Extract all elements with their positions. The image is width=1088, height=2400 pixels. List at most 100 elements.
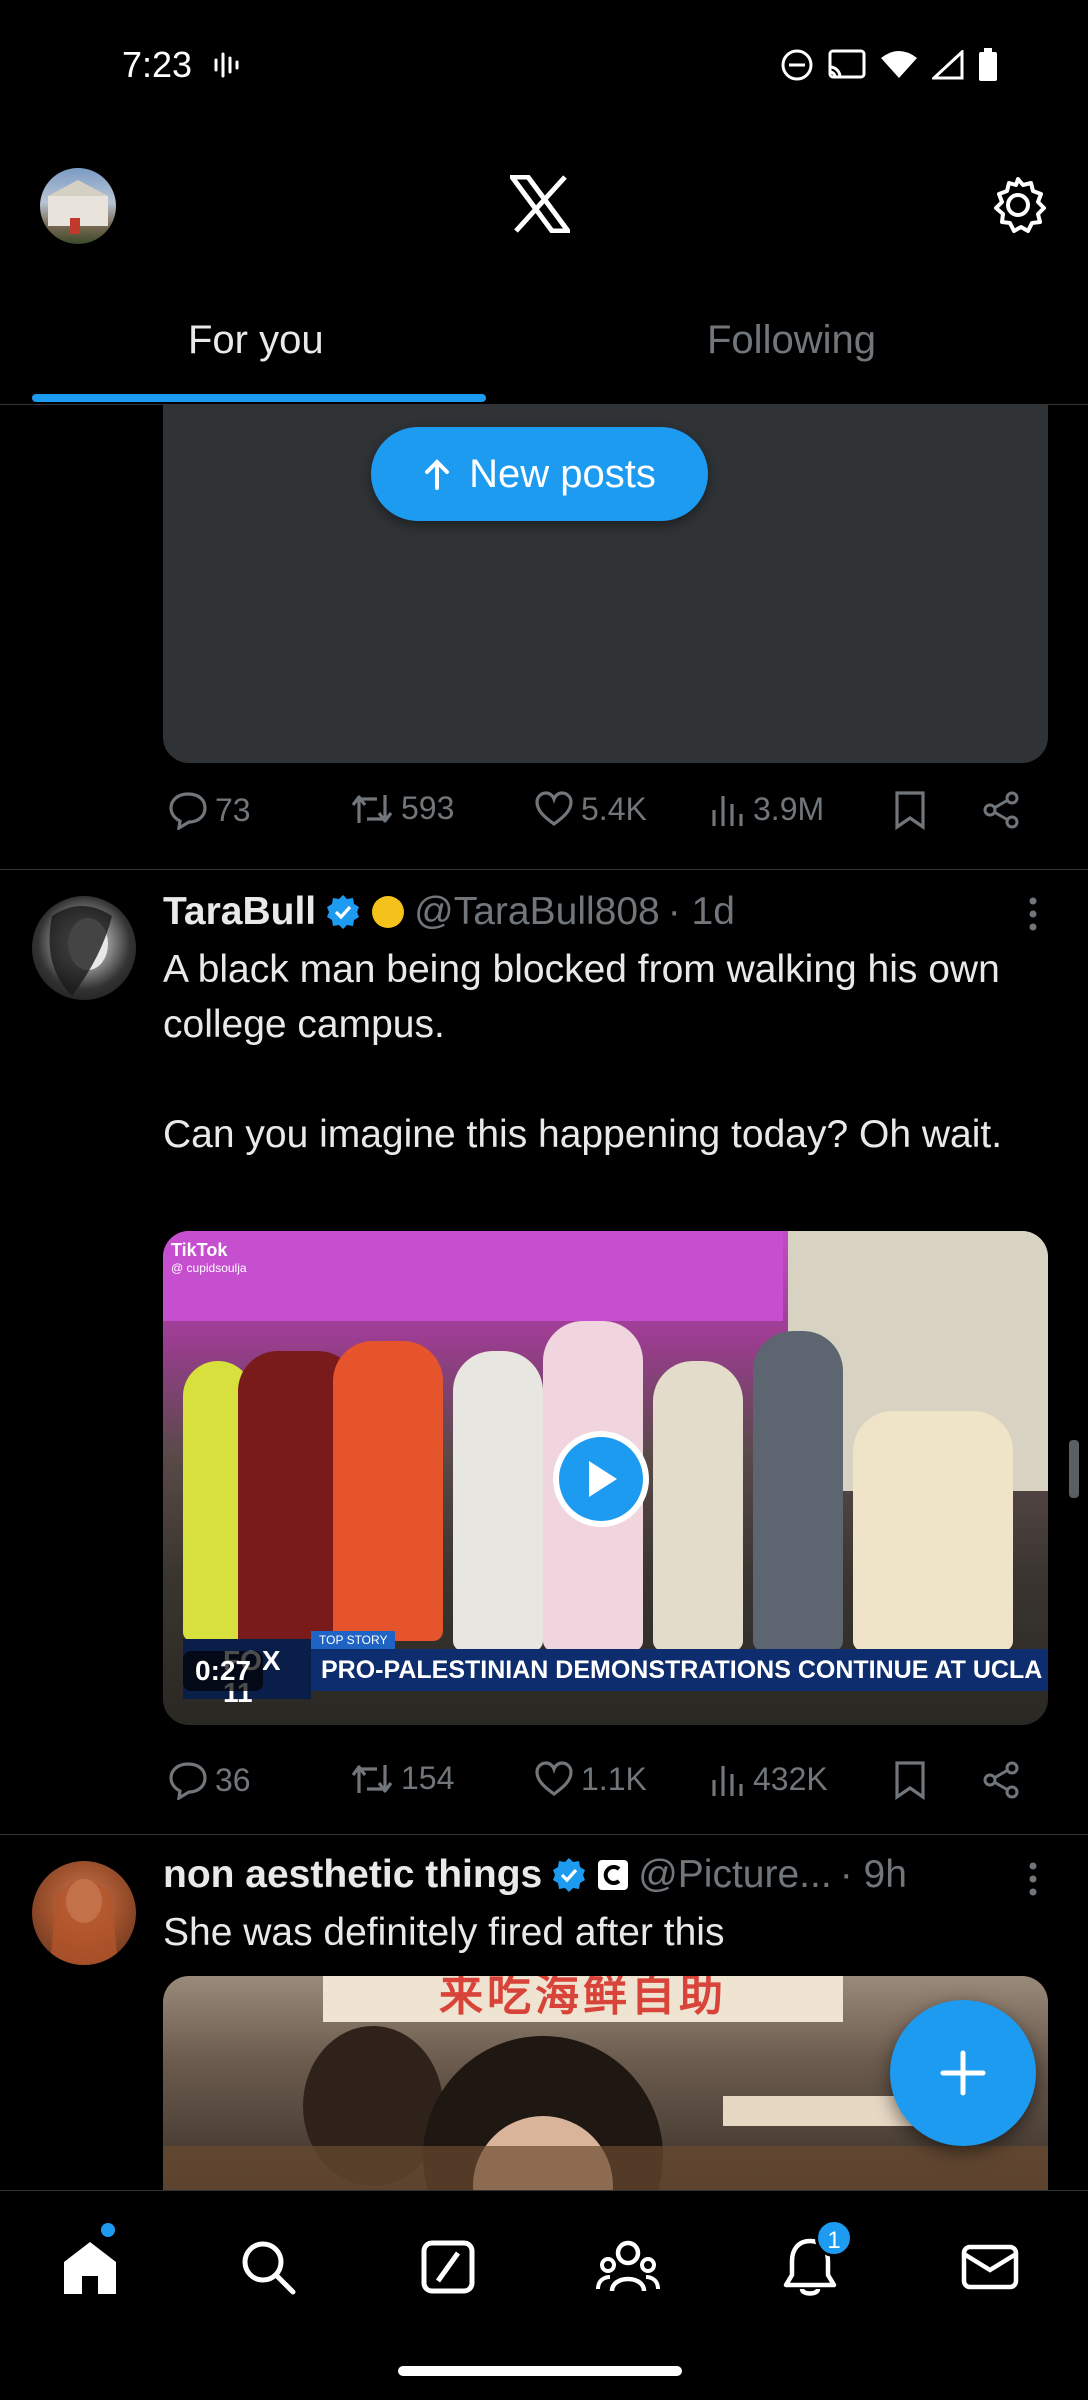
repost-count: 154 (401, 1760, 455, 1796)
grok-icon (421, 2240, 475, 2294)
battery-icon (978, 48, 998, 87)
video-scene (653, 1361, 743, 1651)
chyron-top-story: TOP STORY (311, 1631, 396, 1649)
play-icon[interactable] (553, 1431, 649, 1527)
reply-icon (169, 1762, 207, 1800)
new-posts-button[interactable]: New posts (371, 427, 708, 521)
bookmark-button[interactable] (893, 1760, 927, 1800)
share-icon (983, 1761, 1019, 1799)
repost-icon (351, 1764, 393, 1793)
nav-communities[interactable] (588, 2227, 668, 2307)
like-count: 1.1K (581, 1760, 647, 1797)
signal-icon (930, 48, 964, 85)
post-actions: 73 593 5.4K 3.9M (163, 790, 1048, 850)
notifications-badge: 1 (815, 2219, 853, 2257)
verified-badge-icon (327, 895, 360, 929)
compose-fab-button[interactable] (890, 2000, 1036, 2146)
video-scene (453, 1351, 543, 1651)
share-button[interactable] (981, 1760, 1021, 1800)
chyron-headline: PRO-PALESTINIAN DEMONSTRATIONS CONTINUE … (311, 1649, 1048, 1691)
affiliate-badge-icon (598, 1860, 629, 1890)
nav-search[interactable] (228, 2227, 308, 2307)
video-scene (333, 1341, 443, 1641)
views-chart-icon (712, 796, 743, 826)
reply-button[interactable]: 36 (167, 1760, 251, 1800)
arrow-up-icon (425, 459, 450, 490)
profile-avatar[interactable] (40, 168, 116, 244)
post-text-line2: Can you imagine this happening today? Oh… (163, 1113, 1003, 1156)
video-scene (163, 1231, 783, 1321)
post-actions: 36 154 1.1K 432K (163, 1760, 1048, 1820)
handle[interactable]: @Picture... (638, 1853, 831, 1897)
bookmark-button[interactable] (893, 790, 927, 830)
active-tab-indicator (32, 394, 486, 402)
cast-icon (828, 49, 866, 86)
post-video[interactable]: TikTok @ cupidsoulja FOX 11 TOP STORY PR… (163, 1231, 1048, 1725)
timeline-tabs: For you Following (0, 300, 1088, 405)
status-time: 7:23 (122, 44, 193, 85)
home-icon (64, 2242, 116, 2294)
views-button[interactable]: 432K (709, 1760, 828, 1798)
post-text-line1: A black man being blocked from walking h… (163, 948, 1000, 1046)
bookmark-icon (895, 791, 925, 830)
reply-count: 73 (215, 791, 251, 828)
repost-button[interactable]: 154 (349, 1760, 454, 1797)
bookmark-icon (895, 1761, 925, 1800)
divider (0, 869, 1088, 870)
scrollbar[interactable] (1069, 1440, 1079, 1498)
post-time: · 1d (667, 890, 735, 933)
divider (0, 1834, 1088, 1835)
communities-icon (596, 2240, 660, 2292)
post-text: She was definitely fired after this (163, 1911, 725, 1954)
post-header: non aesthetic things @Picture... · 9h (163, 1853, 907, 1897)
display-name[interactable]: non aesthetic things (163, 1853, 542, 1897)
like-button[interactable]: 1.1K (533, 1760, 647, 1798)
display-name[interactable]: TaraBull (163, 890, 316, 934)
handle[interactable]: @TaraBull808 (414, 890, 660, 934)
avatar[interactable] (32, 896, 136, 1000)
x-logo-icon[interactable] (507, 174, 573, 238)
more-options-icon[interactable] (1028, 896, 1038, 937)
avatar[interactable] (32, 1861, 136, 1965)
views-chart-icon (712, 1766, 743, 1796)
tab-following[interactable]: Following (707, 318, 876, 363)
search-icon (242, 2241, 296, 2295)
view-count: 432K (753, 1760, 828, 1797)
like-count: 5.4K (581, 790, 647, 827)
more-options-icon[interactable] (1028, 1861, 1038, 1902)
bottom-navigation: 1 (0, 2190, 1088, 2400)
views-button[interactable]: 3.9M (709, 790, 824, 828)
tiktok-user: @ cupidsoulja (171, 1261, 247, 1275)
gold-badge-icon (372, 896, 405, 928)
repost-icon (351, 794, 393, 823)
share-button[interactable] (981, 790, 1021, 830)
nav-home[interactable] (50, 2227, 130, 2307)
repost-count: 593 (401, 790, 455, 826)
verified-badge-icon (553, 1858, 586, 1892)
home-indicator[interactable] (398, 2366, 682, 2376)
status-bar: 7:23 (0, 0, 1088, 135)
app-header (0, 150, 1088, 260)
plus-icon (940, 2050, 986, 2096)
heart-icon (535, 791, 573, 826)
reply-count: 36 (215, 1761, 251, 1798)
new-posts-label: New posts (469, 451, 656, 496)
share-icon (983, 791, 1019, 829)
repost-button[interactable]: 593 (349, 790, 454, 827)
tiktok-watermark: TikTok @ cupidsoulja (171, 1241, 247, 1277)
mail-icon (961, 2244, 1019, 2290)
nav-grok[interactable] (408, 2227, 488, 2307)
reply-button[interactable]: 73 (167, 790, 251, 830)
like-button[interactable]: 5.4K (533, 790, 647, 828)
tab-for-you[interactable]: For you (188, 318, 324, 363)
video-scene (853, 1411, 1013, 1651)
heart-icon (535, 1761, 573, 1796)
audio-wave-icon (213, 50, 241, 85)
post-header: TaraBull @TaraBull808 · 1d (163, 890, 735, 934)
home-unread-dot (101, 2223, 115, 2237)
nav-messages[interactable] (950, 2227, 1030, 2307)
reply-icon (169, 792, 207, 830)
settings-gear-icon[interactable] (988, 175, 1048, 240)
tiktok-label: TikTok (171, 1240, 228, 1260)
post-time: · 9h (839, 1853, 907, 1896)
